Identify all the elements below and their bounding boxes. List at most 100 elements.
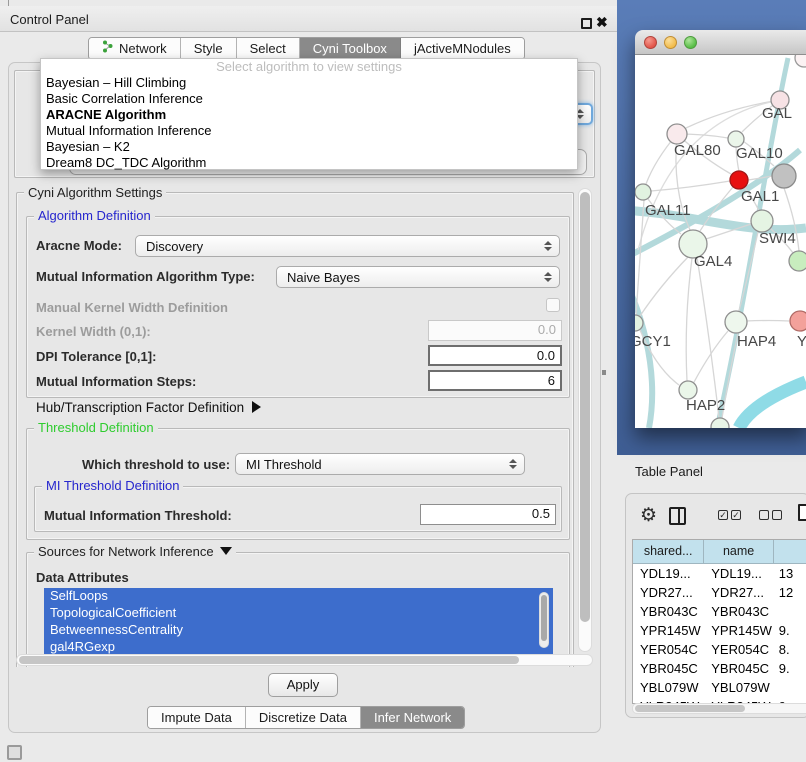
algorithm-dropdown: Select algorithm to view settings Bayesi… [40,58,578,170]
table-body: YDL19...YDL19...13YDR27...YDR27...12YBR0… [633,564,806,704]
algorithm-option-basic-correlation-inference[interactable]: Basic Correlation Inference [41,91,577,107]
table-row[interactable]: YPR145WYPR145W9. [633,621,806,640]
network-node-gal80[interactable] [667,124,687,144]
network-edge[interactable] [686,258,692,381]
manual-kernel-label: Manual Kernel Width Definition [36,300,228,315]
float-window-icon[interactable] [581,18,592,29]
table-row[interactable]: YER054CYER054C8. [633,640,806,659]
network-node[interactable] [789,251,806,271]
window-zoom-icon[interactable] [684,36,697,49]
attributes-list-scrollbar[interactable] [539,592,549,648]
table-cell: YBR045C [633,659,704,678]
tab-select[interactable]: Select [237,38,300,59]
deselect-all-columns-icon[interactable] [759,510,782,520]
network-node-gal1[interactable] [730,171,748,189]
node-label-hap2: HAP2 [686,397,725,414]
network-node[interactable] [795,55,806,67]
window-minimize-icon[interactable] [664,36,677,49]
algorithm-option-mutual-information-inference[interactable]: Mutual Information Inference [41,123,577,139]
tab-impute-data[interactable]: Impute Data [148,707,246,728]
mi-threshold-label: Mutual Information Threshold: [44,508,232,523]
table-horizontal-scrollbar[interactable] [632,703,806,714]
algorithm-option-dream8-dc-tdc-algorithm[interactable]: Dream8 DC_TDC Algorithm [41,155,577,171]
combo-stepper-icon [509,454,517,474]
network-edge[interactable] [739,232,758,311]
tab-discretize-data[interactable]: Discretize Data [246,707,361,728]
hub-definition-expander[interactable]: Hub/Transcription Factor Definition [36,400,261,415]
select-all-columns-icon[interactable]: ✓✓ [718,510,741,520]
network-node-swi4[interactable] [751,210,773,232]
tab-network[interactable]: Network [89,38,181,59]
sources-legend[interactable]: Sources for Network Inference [34,545,236,558]
mi-type-value: Naive Bayes [287,270,360,285]
network-canvas[interactable]: GALGAL80GAL10GAL1GAL11SWI4GAL4GCY1HAP4YH… [635,55,806,428]
attribute-item-betweennesscentrality[interactable]: BetweennessCentrality [44,622,553,639]
network-node-gal11[interactable] [635,184,651,200]
kernel-width-input[interactable]: 0.0 [428,320,562,341]
network-node-hap4[interactable] [725,311,747,333]
settings-vertical-scrollbar[interactable] [578,188,592,652]
aracne-mode-combo[interactable]: Discovery [135,235,560,257]
network-node[interactable] [772,164,796,188]
network-edge[interactable] [746,321,789,322]
node-label-gal4: GAL4 [694,253,732,270]
manual-kernel-checkbox[interactable] [546,298,560,312]
which-threshold-combo[interactable]: MI Threshold [235,453,525,475]
attribute-item-selfloops[interactable]: SelfLoops [44,588,553,605]
table-row[interactable]: YDL19...YDL19...13 [633,564,806,583]
node-label-gcy1: GCY1 [635,333,671,350]
algorithm-option-aracne-algorithm[interactable]: ARACNE Algorithm [41,107,577,123]
network-edge[interactable] [739,382,806,428]
mi-steps-input[interactable]: 6 [428,370,562,391]
table-toolbar: ⚙ ✓✓ [626,504,806,532]
gear-icon[interactable]: ⚙ [640,506,657,526]
algorithm-dropdown-header: Select algorithm to view settings [41,59,577,75]
table-cell: YDR27... [633,583,704,602]
table-row[interactable]: YDR27...YDR27...12 [633,583,806,602]
network-edge[interactable] [636,200,644,315]
cyni-settings-legend: Cyni Algorithm Settings [24,186,166,199]
algorithm-option-bayesian-k2[interactable]: Bayesian – K2 [41,139,577,155]
combo-stepper-icon [544,236,552,256]
table-row[interactable]: YBL079WYBL079W [633,678,806,697]
close-icon[interactable]: ✖ [596,14,608,31]
columns-icon[interactable] [669,507,686,525]
table-row[interactable]: YBR043CYBR043C [633,602,806,621]
network-edge[interactable] [640,257,688,316]
minimized-panel-icon[interactable] [7,745,22,760]
data-attributes-list[interactable]: SelfLoopsTopologicalCoefficientBetweenne… [44,588,553,658]
network-window-titlebar[interactable] [635,30,806,55]
table-cell [774,602,806,621]
network-node[interactable] [711,418,729,428]
column-header-name[interactable]: name [704,540,774,563]
algorithm-dropdown-list: Bayesian – Hill ClimbingBasic Correlatio… [41,75,577,171]
tab-jactivemnodules[interactable]: jActiveMNodules [401,38,524,59]
table-cell: 8. [774,640,806,659]
mi-threshold-input[interactable]: 0.5 [420,504,556,525]
tab-style[interactable]: Style [181,38,237,59]
attribute-item-topologicalcoefficient[interactable]: TopologicalCoefficient [44,605,553,622]
window-close-icon[interactable] [644,36,657,49]
network-window: GALGAL80GAL10GAL1GAL11SWI4GAL4GCY1HAP4YH… [635,30,806,428]
node-label-gal11: GAL11 [645,202,691,219]
network-edge[interactable] [693,331,728,384]
column-header-shared-[interactable]: shared... [633,540,704,563]
tab-discretize-data-label: Discretize Data [259,707,347,728]
tab-infer-network[interactable]: Infer Network [361,707,464,728]
export-table-icon[interactable] [798,504,806,521]
table-row[interactable]: YBR045CYBR045C9. [633,659,806,678]
algorithm-definition-legend: Algorithm Definition [34,209,155,222]
network-icon [102,38,114,59]
mi-type-label: Mutual Information Algorithm Type: [36,269,255,284]
tab-cyni-toolbox[interactable]: Cyni Toolbox [300,38,401,59]
settings-horizontal-scrollbar[interactable] [16,654,593,666]
column-header-2[interactable] [774,540,806,563]
expander-expanded-icon [220,547,232,555]
apply-button[interactable]: Apply [268,673,338,697]
splitter-handle[interactable] [602,370,606,375]
algorithm-option-bayesian-hill-climbing[interactable]: Bayesian – Hill Climbing [41,75,577,91]
network-edge[interactable] [697,257,719,418]
network-node-y[interactable] [790,311,806,331]
mi-type-combo[interactable]: Naive Bayes [276,266,560,288]
dpi-tolerance-input[interactable]: 0.0 [428,345,562,366]
